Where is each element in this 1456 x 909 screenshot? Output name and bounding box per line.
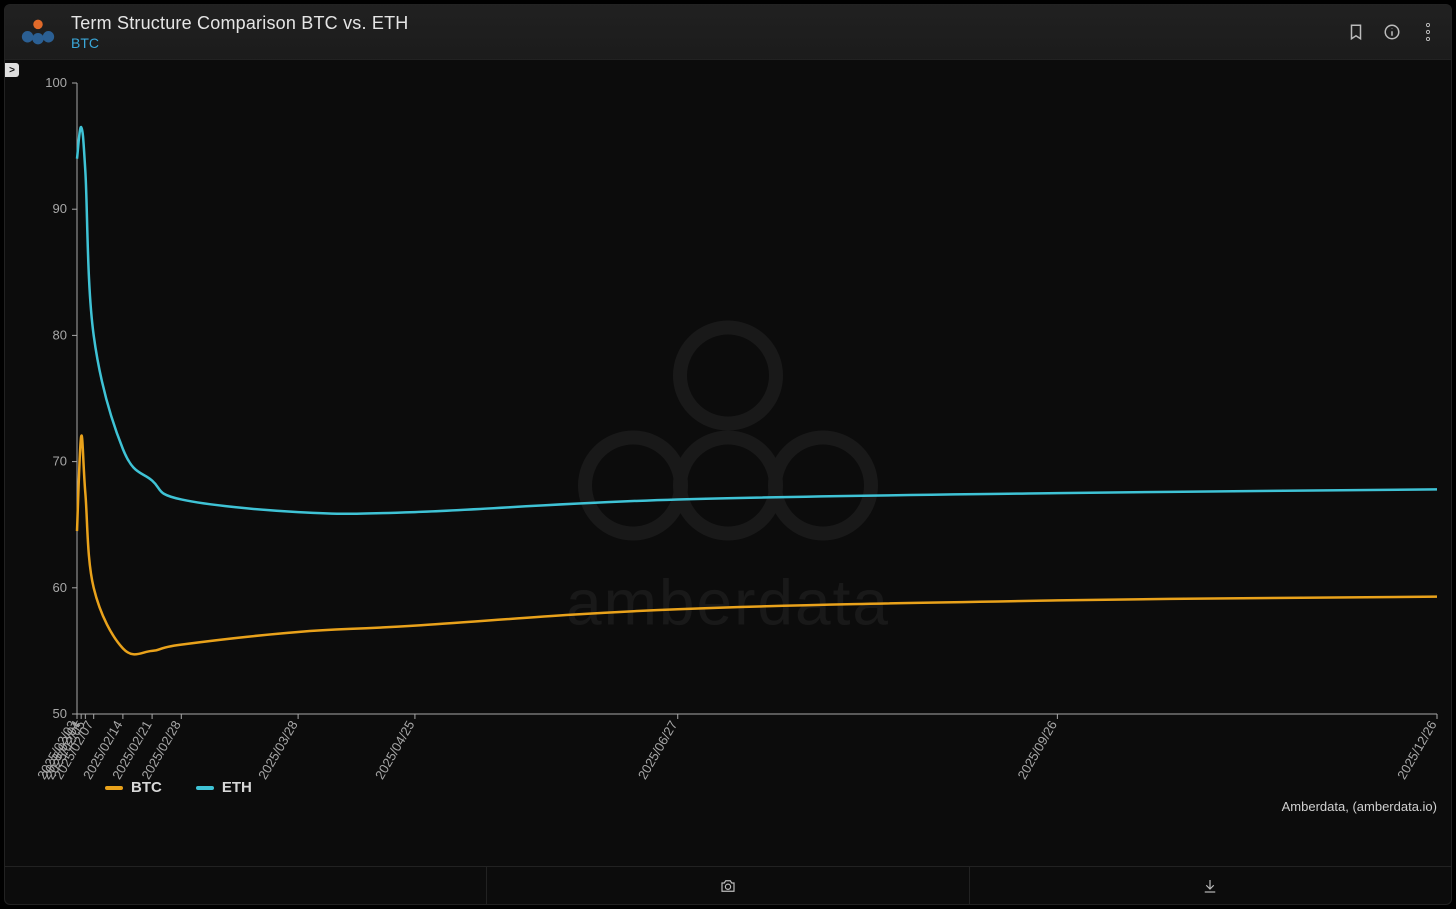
camera-icon[interactable]	[719, 877, 737, 895]
legend-item-btc[interactable]: BTC	[105, 779, 162, 796]
svg-text:100: 100	[45, 75, 67, 90]
panel-header: Term Structure Comparison BTC vs. ETH BT…	[5, 5, 1451, 60]
svg-text:2025/04/25: 2025/04/25	[372, 718, 418, 782]
svg-text:2025/03/28: 2025/03/28	[255, 718, 301, 782]
legend-swatch-eth	[196, 786, 214, 790]
svg-text:80: 80	[53, 327, 67, 342]
legend-label-btc: BTC	[131, 779, 162, 796]
svg-text:60: 60	[53, 580, 67, 595]
svg-text:70: 70	[53, 454, 67, 469]
more-menu-icon[interactable]	[1419, 23, 1437, 41]
footer-slot-left	[5, 867, 487, 904]
chart-plot-area[interactable]: amberdata 50607080901002025/02/032025/02…	[5, 63, 1451, 864]
amberdata-logo-icon	[19, 17, 57, 47]
attribution-text: Amberdata, (amberdata.io)	[1282, 799, 1437, 814]
chart-svg: 50607080901002025/02/032025/02/042025/02…	[5, 63, 1451, 864]
chart-title: Term Structure Comparison BTC vs. ETH	[71, 12, 1347, 35]
download-icon[interactable]	[1201, 877, 1219, 895]
bookmark-icon[interactable]	[1347, 23, 1365, 41]
svg-text:2025/12/26: 2025/12/26	[1394, 718, 1440, 782]
legend-swatch-btc	[105, 786, 123, 790]
chart-legend: BTC ETH	[105, 779, 252, 796]
svg-text:2025/06/27: 2025/06/27	[635, 718, 681, 782]
legend-item-eth[interactable]: ETH	[196, 779, 252, 796]
legend-label-eth: ETH	[222, 779, 252, 796]
svg-text:90: 90	[53, 201, 67, 216]
chart-subtitle: BTC	[71, 35, 1347, 53]
svg-text:50: 50	[53, 706, 67, 721]
svg-text:2025/09/26: 2025/09/26	[1014, 718, 1060, 782]
panel-footer	[5, 866, 1451, 904]
info-icon[interactable]	[1383, 23, 1401, 41]
chart-panel: Term Structure Comparison BTC vs. ETH BT…	[4, 4, 1452, 905]
